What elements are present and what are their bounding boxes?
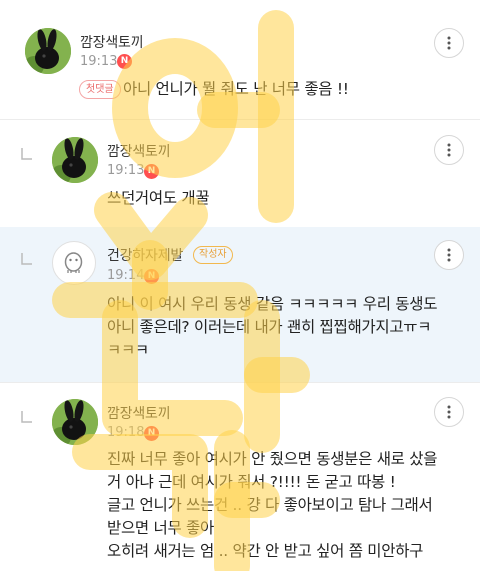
comment-line: 글고 언니가 쓰는건 .. 걍 다 좋아보이고 탐나 그래서: [107, 496, 433, 514]
reply-comment-item: 깜장색토끼 19:18 N 진짜 너무 좋아 여시가 안 줬으면 동생분은 새로…: [0, 383, 480, 571]
comment-line: 거 아냐 근데 여시가 줘서 ?!!!! 돈 굳고 따봉 !: [107, 473, 396, 491]
writer-badge: 작성자: [193, 246, 233, 264]
new-badge: N: [144, 426, 159, 441]
more-options-button[interactable]: [434, 397, 464, 427]
comment-line: 받으면 너무 좋아: [107, 519, 214, 537]
more-vertical-icon: [447, 36, 451, 50]
avatar[interactable]: [52, 399, 98, 445]
comment-line: 아니 좋은데? 이러는데 내가 괜히 찝찝해가지고ㅠㅋ: [107, 318, 432, 336]
black-rabbit-icon: [25, 28, 71, 74]
new-badge: N: [117, 54, 132, 69]
more-options-button[interactable]: [434, 240, 464, 270]
more-options-button[interactable]: [434, 28, 464, 58]
comment-thread: 깜장색토끼 19:13 N 첫댓글 아니 언니가 뭘 줘도 난 너무 좋음 !!: [0, 0, 480, 571]
first-comment-badge: 첫댓글: [79, 80, 121, 99]
comment-line: ㅋㅋㅋ: [107, 341, 149, 359]
comment-line: 아니 언니가 뭘 줘도 난 너무 좋음 !!: [123, 80, 349, 98]
comment-author[interactable]: 깜장색토끼: [80, 32, 144, 52]
new-badge: N: [144, 269, 159, 284]
new-badge: N: [144, 164, 159, 179]
comment-time: 19:13: [107, 163, 145, 178]
comment-body: 쓰던거여도 개꿀: [107, 187, 210, 210]
comment-time: 19:18: [107, 425, 145, 440]
comment-author[interactable]: 깜장색토끼: [107, 403, 171, 423]
reply-arrow-icon: [21, 411, 32, 423]
avatar[interactable]: [52, 241, 96, 285]
comment-body: 아니 언니가 뭘 줘도 난 너무 좋음 !!: [123, 78, 349, 101]
comment-author[interactable]: 건강하자제발: [107, 245, 183, 265]
avatar[interactable]: [25, 28, 71, 74]
reply-comment-item: 깜장색토끼 19:13 N 쓰던거여도 개꿀: [0, 120, 480, 227]
comment-time: 19:13: [80, 54, 118, 69]
comment-body: 진짜 너무 좋아 여시가 안 줬으면 동생분은 새로 샀을 거 아냐 근데 여시…: [107, 448, 437, 563]
comment-line: 오히려 새거는 엄 .. 약간 안 받고 싶어 쫌 미안하구: [107, 542, 424, 560]
comment-item: 깜장색토끼 19:13 N 첫댓글 아니 언니가 뭘 줘도 난 너무 좋음 !!: [0, 0, 480, 120]
reply-arrow-icon: [21, 253, 32, 265]
reply-arrow-icon: [21, 148, 32, 160]
more-vertical-icon: [447, 405, 451, 419]
more-vertical-icon: [447, 248, 451, 262]
comment-line: 아니 이 여시 우리 동생 같음 ㅋㅋㅋㅋㅋ 우리 동생도: [107, 295, 438, 313]
writer-reply-item: 건강하자제발 작성자 19:14 N 아니 이 여시 우리 동생 같음 ㅋㅋㅋㅋ…: [0, 227, 480, 382]
comment-line: 쓰던거여도 개꿀: [107, 189, 210, 207]
comment-time: 19:14: [107, 268, 145, 283]
comment-author[interactable]: 깜장색토끼: [107, 141, 171, 161]
comment-body: 아니 이 여시 우리 동생 같음 ㅋㅋㅋㅋㅋ 우리 동생도 아니 좋은데? 이러…: [107, 293, 437, 362]
avatar[interactable]: [52, 137, 98, 183]
more-vertical-icon: [447, 143, 451, 157]
default-profile-icon: [64, 252, 83, 273]
black-rabbit-icon: [52, 137, 98, 183]
comment-line: 진짜 너무 좋아 여시가 안 줬으면 동생분은 새로 샀을: [107, 450, 438, 468]
more-options-button[interactable]: [434, 135, 464, 165]
black-rabbit-icon: [52, 399, 98, 445]
